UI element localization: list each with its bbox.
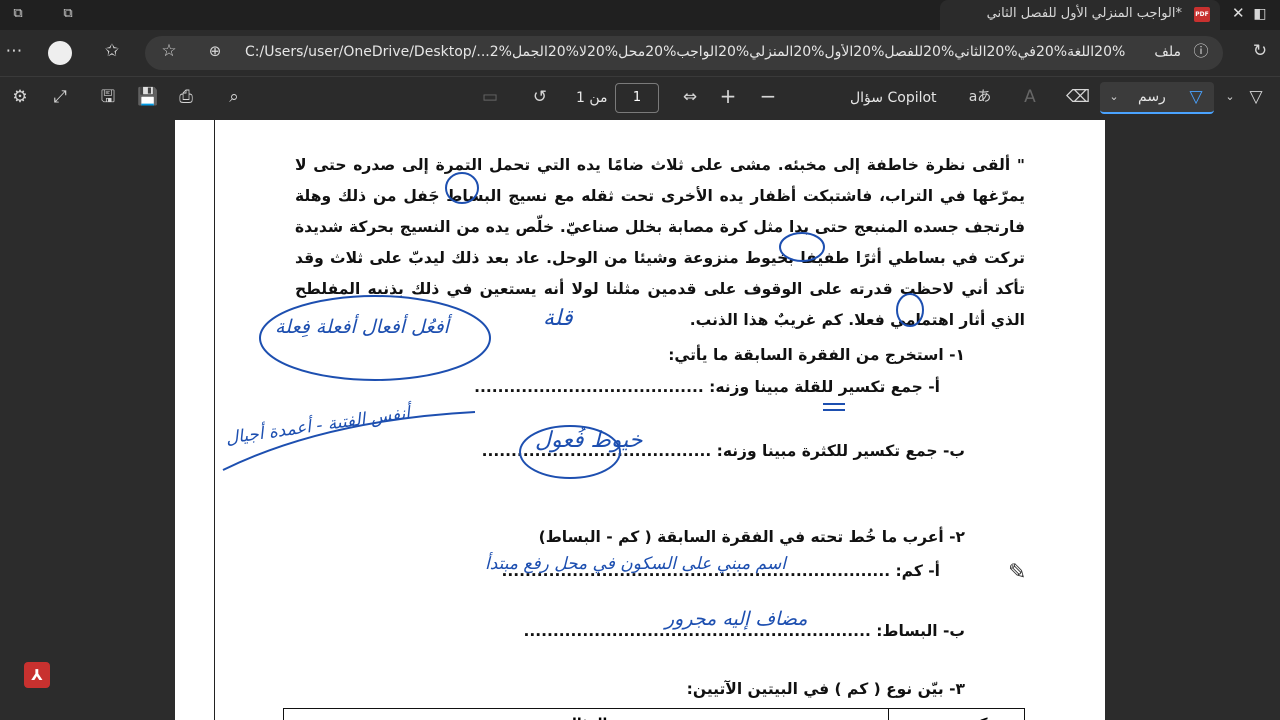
zoom-out-icon[interactable]: −	[756, 86, 780, 110]
ink-circle-kam	[896, 293, 924, 327]
document-viewer[interactable]: " ألقى نظرة خاطفة إلى مخبئه. مشى على ثلا…	[0, 120, 1280, 720]
info-icon[interactable]: ⓘ	[1189, 41, 1213, 65]
draw-pen-icon: ▽	[1189, 87, 1203, 107]
window-restore-icon[interactable]: ⧉	[6, 4, 30, 28]
settings-gear-icon[interactable]: ⚙	[8, 87, 32, 111]
highlight-chevron-icon[interactable]: ⌄	[1218, 87, 1242, 111]
draw-label: رسم	[1138, 89, 1166, 105]
ink-bisat-irab: مضاف إليه مجرور	[665, 608, 808, 630]
tab-title: *الواجب المنزلي الأول للفصل الثاني	[986, 6, 1182, 21]
address-bar: ⋯ ✩ ☆ ⊕ C:/Users/user/OneDrive/Desktop/.…	[0, 30, 1280, 76]
url-input[interactable]: ☆ ⊕ C:/Users/user/OneDrive/Desktop/...2%…	[145, 36, 1223, 70]
draw-button[interactable]: ⌄ رسم ▽	[1100, 82, 1214, 114]
copilot-icon[interactable]: ◧	[1248, 4, 1272, 28]
url-text: C:/Users/user/OneDrive/Desktop/...2%مادة…	[245, 44, 1125, 60]
eraser-icon[interactable]: ⌫	[1066, 87, 1090, 111]
ink-khuyut: خيوط فُعول	[535, 428, 643, 453]
rotate-icon[interactable]: ↺	[528, 87, 552, 111]
favorite-star-icon[interactable]: ☆	[157, 41, 181, 65]
zoom-in-icon[interactable]: +	[716, 86, 740, 110]
search-icon[interactable]: ⌕	[222, 87, 246, 111]
pdf-toolbar: ⚙ ⤢ 🖫 💾 ⎙ ⌕ ▭ ↺ من 1 1 ⇔ + − سؤال Copilo…	[0, 76, 1280, 120]
ink-plural-patterns: أفعُل أفعال أفعلة فِعلة	[275, 316, 449, 338]
ink-qilla: قلة	[543, 306, 573, 331]
ink-circle-jafal	[445, 172, 479, 204]
ink-circle-patterns	[259, 295, 491, 381]
ink-kam-irab: اسم مبني على السكون في محل رفع مبتدأ	[485, 554, 786, 574]
save-as-icon[interactable]: 🖫	[96, 87, 120, 111]
print-icon[interactable]: ⎙	[174, 87, 198, 111]
highlighter-icon[interactable]: ▽	[1244, 87, 1268, 111]
close-tab-icon[interactable]: ✕	[1232, 4, 1245, 22]
page-count-label: من 1	[576, 90, 608, 106]
zoom-icon[interactable]: ⊕	[203, 41, 227, 65]
pen-cursor-icon: ✎	[1008, 560, 1027, 585]
profile-avatar[interactable]	[48, 41, 72, 65]
tab-actions-icon[interactable]: ⧉	[56, 4, 80, 28]
fullscreen-icon[interactable]: ⤢	[48, 87, 72, 111]
ink-circle-khuyut-text	[779, 232, 825, 262]
ink-underline-qilla	[823, 403, 845, 411]
fit-width-icon[interactable]: ⇔	[678, 87, 702, 111]
refresh-icon[interactable]: ↻	[1248, 41, 1272, 65]
tab-bar: ⧉ ⧉ + ✕ *الواجب المنزلي الأول للفصل الثا…	[0, 0, 1280, 30]
pdf-icon: PDF	[1194, 7, 1210, 22]
text-format-icon[interactable]: A	[1018, 87, 1042, 111]
save-icon[interactable]: 💾	[136, 87, 160, 111]
favorites-list-icon[interactable]: ✩	[100, 41, 124, 65]
page-number-input[interactable]: 1	[615, 83, 659, 113]
read-aloud-icon[interactable]: aあ	[968, 87, 992, 111]
acrobat-icon[interactable]: ⅄	[24, 662, 50, 688]
pdf-page: " ألقى نظرة خاطفة إلى مخبئه. مشى على ثلا…	[175, 120, 1105, 720]
page-view-icon[interactable]: ▭	[478, 87, 502, 111]
chevron-down-icon[interactable]: ⌄	[1102, 87, 1126, 111]
tab-pdf-document[interactable]: ✕ *الواجب المنزلي الأول للفصل الثاني PDF	[940, 0, 1245, 30]
file-scheme-label: ملف	[1154, 44, 1181, 60]
more-menu-icon[interactable]: ⋯	[2, 41, 26, 65]
ask-copilot-button[interactable]: سؤال Copilot	[850, 90, 937, 106]
